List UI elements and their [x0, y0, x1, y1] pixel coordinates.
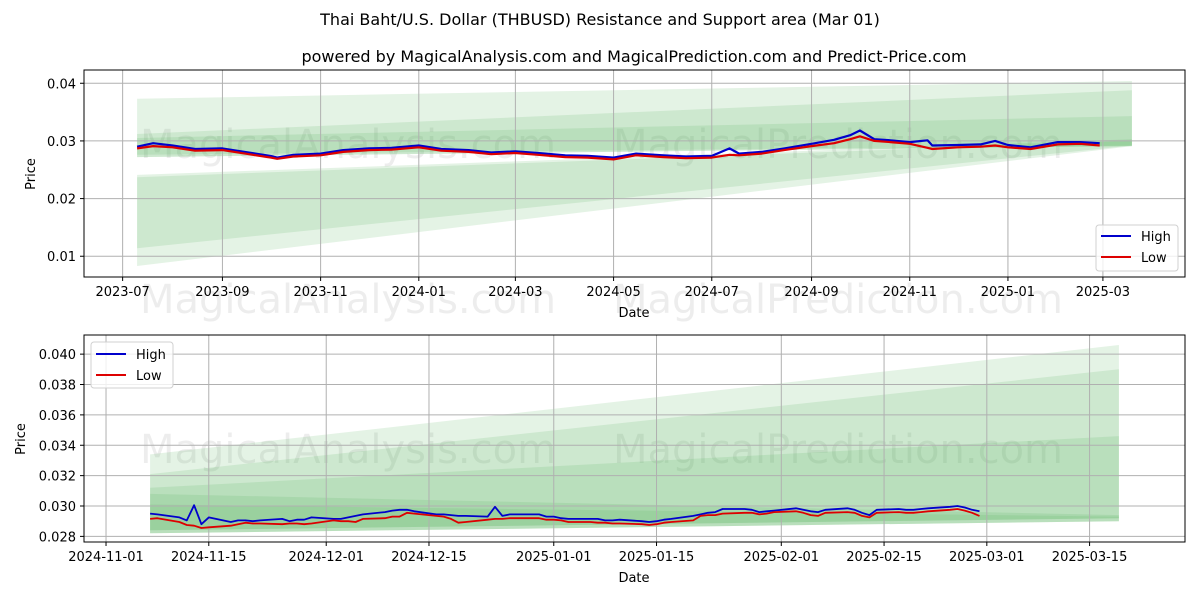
legend-low-label: Low [1141, 251, 1167, 266]
x-tick-label: 2024-03 [488, 285, 542, 300]
y-tick-label: 0.04 [47, 77, 76, 92]
y-tick-label: 0.01 [47, 250, 76, 265]
y-tick-label: 0.030 [39, 500, 76, 515]
y-tick-label: 0.02 [47, 193, 76, 208]
y-axis-label: Price [24, 158, 39, 190]
x-axis-label: Date [618, 571, 649, 586]
y-tick-label: 0.032 [39, 470, 76, 485]
y-tick-label: 0.036 [39, 409, 76, 424]
x-tick-label: 2025-01-01 [516, 550, 592, 565]
x-tick-label: 2025-03-15 [1052, 550, 1128, 565]
x-tick-label: 2024-11-01 [68, 550, 144, 565]
x-tick-label: 2024-11 [883, 285, 937, 300]
legend-high-label: High [1141, 230, 1171, 245]
legend: High Low [90, 341, 174, 389]
y-tick-label: 0.034 [39, 439, 76, 454]
x-tick-label: 2024-05 [586, 285, 640, 300]
x-axis-label: Date [618, 306, 649, 321]
chart-subtitle: powered by MagicalAnalysis.com and Magic… [301, 47, 966, 66]
y-tick-label: 0.040 [39, 348, 76, 363]
x-tick-label: 2023-11 [293, 285, 347, 300]
support-resistance-bands [137, 81, 1132, 266]
y-tick-label: 0.038 [39, 379, 76, 394]
x-tick-label: 2024-12-15 [391, 550, 467, 565]
top-panel: MagicalAnalysis.com MagicalPrediction.co… [24, 69, 1186, 323]
legend-low-label: Low [136, 369, 162, 384]
y-tick-label: 0.03 [47, 135, 76, 150]
watermark-mid-right: MagicalPrediction.com [613, 277, 1063, 323]
x-tick-label: 2025-01 [981, 285, 1035, 300]
x-tick-label: 2023-09 [195, 285, 249, 300]
x-tick-label: 2024-01 [392, 285, 446, 300]
chart-title: Thai Baht/U.S. Dollar (THBUSD) Resistanc… [319, 10, 880, 29]
x-tick-label: 2025-03 [1076, 285, 1130, 300]
y-axis-label: Price [14, 423, 29, 455]
legend-high-label: High [136, 348, 166, 363]
x-tick-label: 2025-03-01 [949, 550, 1025, 565]
x-tick-label: 2023-07 [95, 285, 149, 300]
x-tick-label: 2024-11-15 [171, 550, 247, 565]
x-tick-label: 2025-02-01 [744, 550, 820, 565]
x-tick-label: 2024-07 [685, 285, 739, 300]
x-tick-label: 2025-01-15 [619, 550, 695, 565]
x-tick-label: 2024-09 [784, 285, 838, 300]
y-tick-label: 0.028 [39, 530, 76, 545]
legend: High Low [1095, 224, 1179, 272]
support-resistance-bands [150, 345, 1119, 534]
figure: Thai Baht/U.S. Dollar (THBUSD) Resistanc… [14, 10, 1186, 586]
watermark-mid-left: MagicalAnalysis.com [140, 277, 556, 323]
x-tick-label: 2025-02-15 [846, 550, 922, 565]
x-tick-label: 2024-12-01 [288, 550, 364, 565]
bottom-panel: MagicalAnalysis.com MagicalPrediction.co… [14, 334, 1186, 586]
